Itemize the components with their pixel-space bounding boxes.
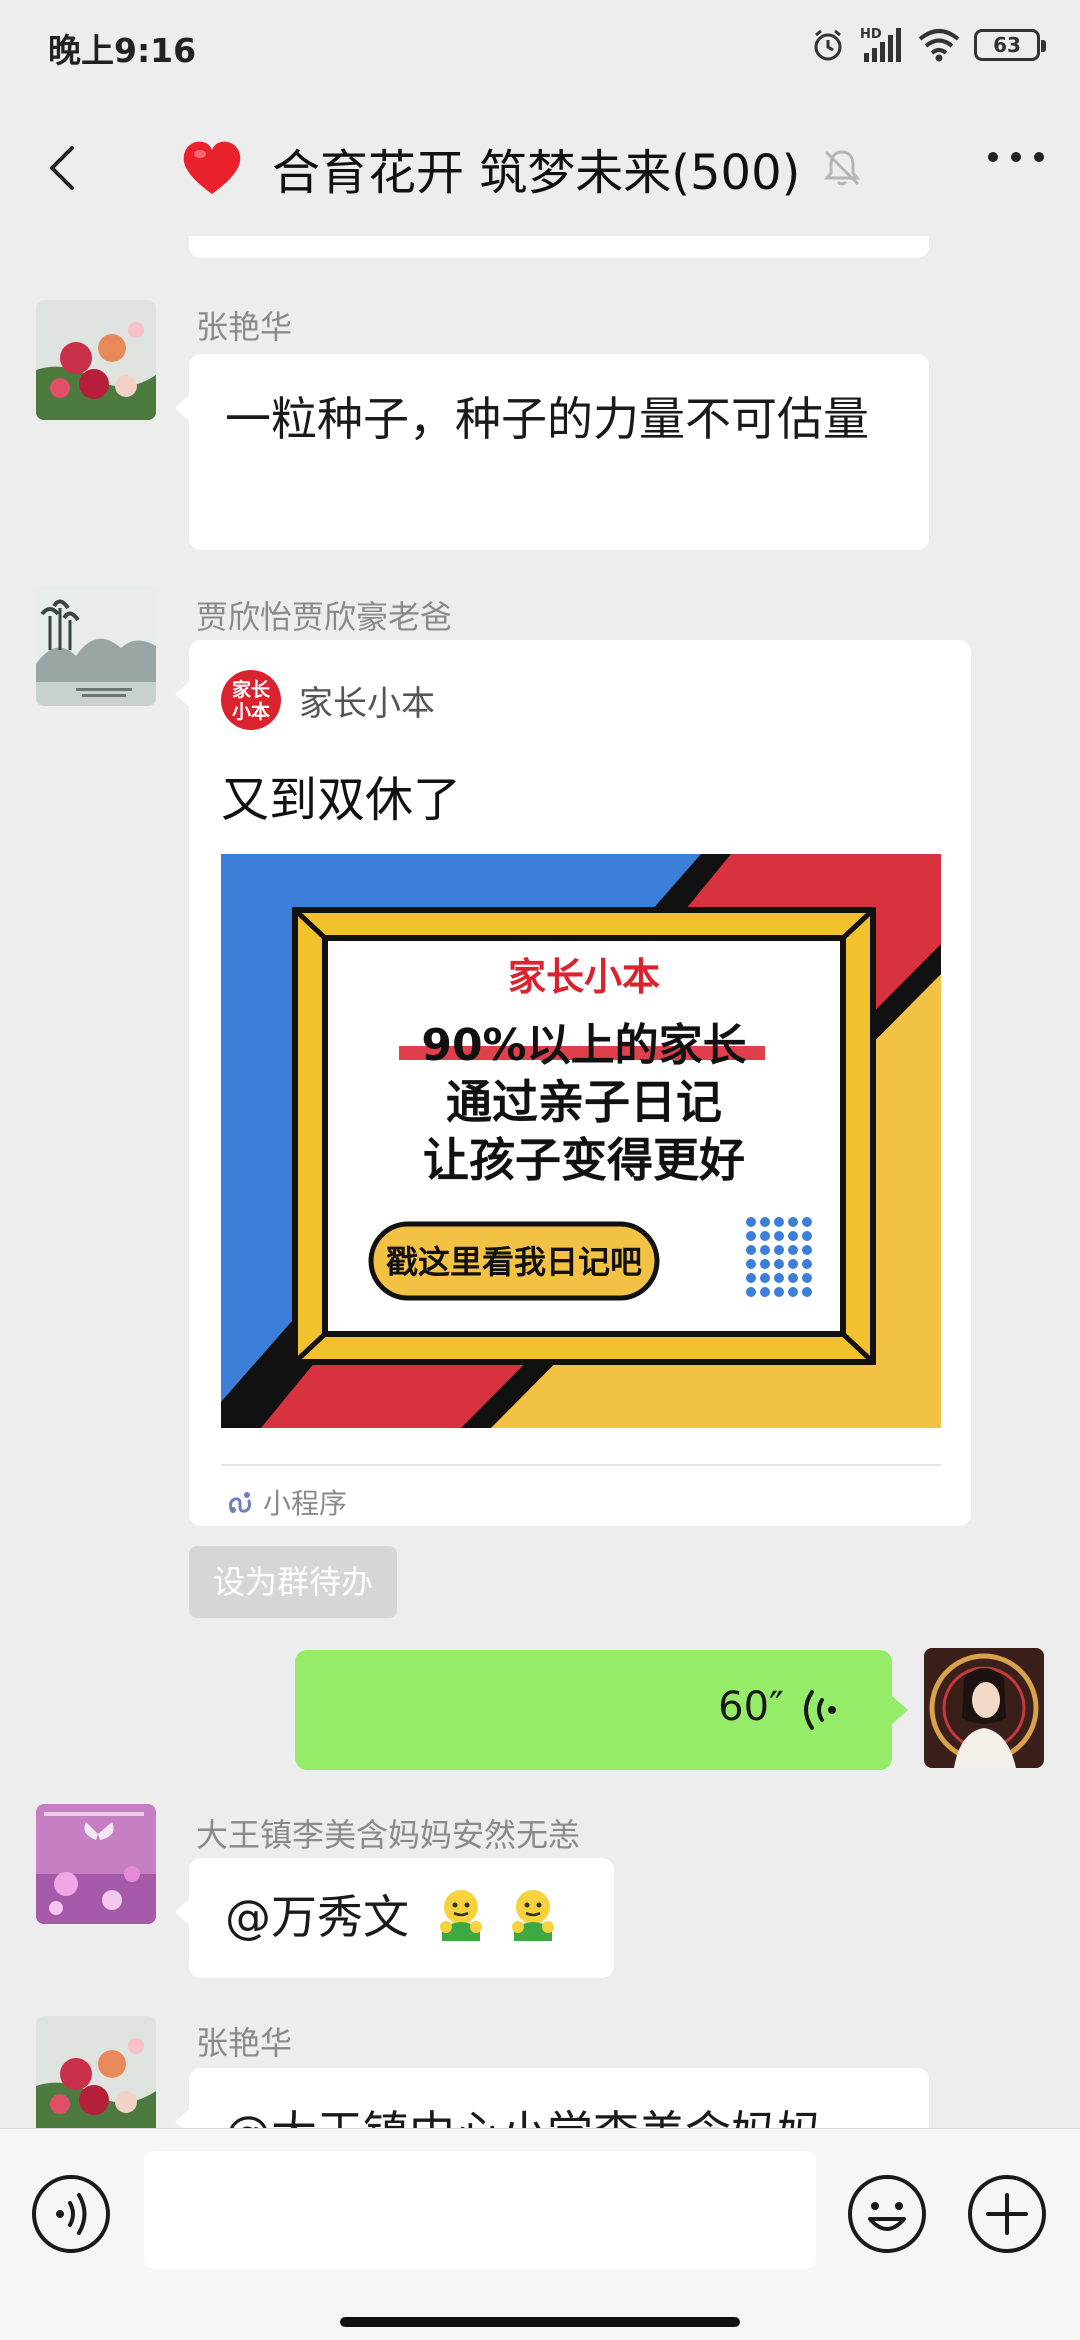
banner-line-2: 通过亲子日记 <box>446 1075 722 1129</box>
chat-title: 合育花开 筑梦未来(500) <box>272 145 801 201</box>
card-footer-label: 小程序 <box>263 1487 348 1520</box>
message-text: @大王镇中心小学李美含妈妈 <box>225 2106 823 2128</box>
message-list[interactable]: 张艳华 一粒种子，种子的力量不可估量 贾欣怡贾欣豪老爸 家长小本 家长小本 又到… <box>0 236 1080 2128</box>
sender-name: 张艳华 <box>196 2024 293 2062</box>
battery-level: 63 <box>993 33 1021 57</box>
emoji-icon[interactable] <box>846 2173 928 2255</box>
chat-title-area: 合育花开 筑梦未来(500) <box>180 128 864 208</box>
avatar-ink-landscape[interactable] <box>36 586 156 706</box>
input-bar <box>0 2128 1080 2340</box>
voice-duration: 60″ <box>718 1684 784 1730</box>
card-title: 又到双休了 <box>221 772 462 828</box>
avatar-self[interactable] <box>924 1648 1044 1768</box>
app-logo: 家长小本 <box>221 670 281 730</box>
status-time: 晚上9:16 <box>48 31 197 70</box>
status-bar: 晚上9:16 HD 63 <box>0 0 1080 90</box>
heart-icon <box>183 141 241 194</box>
chat-header: 合育花开 筑梦未来(500) <box>0 100 1080 236</box>
card-source: 家长小本 家长小本 <box>221 670 435 730</box>
mute-bell-icon <box>824 150 861 186</box>
banner-line-3: 让孩子变得更好 <box>423 1133 745 1187</box>
status-icons: HD 63 <box>810 22 1046 68</box>
card-banner-image[interactable]: 家长小本 90%以上的家长 通过亲子日记 让孩子变得更好 戳这里看我日记吧 <box>221 854 941 1428</box>
alarm-icon <box>814 29 842 61</box>
back-arrow-icon[interactable] <box>36 138 96 198</box>
banner-button-text: 戳这里看我日记吧 <box>386 1243 642 1281</box>
sender-name: 张艳华 <box>196 308 293 346</box>
avatar-butterfly-flowers[interactable] <box>36 1804 156 1924</box>
plus-icon[interactable] <box>966 2173 1048 2255</box>
text-bubble[interactable]: 一粒种子，种子的力量不可估量 <box>175 354 929 550</box>
hd-signal-icon: HD <box>860 27 901 62</box>
card-source-name: 家长小本 <box>299 683 435 724</box>
set-group-todo-button[interactable]: 设为群待办 <box>189 1546 398 1618</box>
voice-wave-icon <box>804 1690 836 1730</box>
home-indicator[interactable] <box>340 2317 740 2327</box>
wifi-icon <box>918 29 960 62</box>
hug-emoji-icon <box>439 1890 482 1941</box>
avatar-peony[interactable] <box>36 300 156 420</box>
card-footer: 小程序 <box>225 1482 347 1522</box>
card-divider <box>221 1464 941 1466</box>
sender-name: 大王镇李美含妈妈安然无恙 <box>196 1816 581 1854</box>
mini-program-icon <box>229 1492 251 1513</box>
more-dots-icon[interactable] <box>988 152 1044 162</box>
message-text: @万秀文 <box>225 1890 409 1944</box>
banner-brand: 家长小本 <box>508 955 660 999</box>
avatar-peony[interactable] <box>36 2016 156 2128</box>
text-bubble[interactable]: @万秀文 <box>175 1858 614 1978</box>
sender-name: 贾欣怡贾欣豪老爸 <box>196 598 453 636</box>
message-text: 一粒种子，种子的力量不可估量 <box>225 392 869 446</box>
banner-graphic: 家长小本 90%以上的家长 通过亲子日记 让孩子变得更好 戳这里看我日记吧 <box>221 854 941 1428</box>
message-input[interactable] <box>144 2151 816 2269</box>
hug-emoji-icon <box>512 1890 555 1941</box>
mini-program-card[interactable]: 家长小本 家长小本 又到双休了 家长小本 90%以上的家长 通过亲子日记 让孩子… <box>175 640 971 1526</box>
hd-label: HD <box>860 27 882 42</box>
group-todo-label: 设为群待办 <box>213 1563 374 1601</box>
text-bubble[interactable]: @大王镇中心小学李美含妈妈 <box>175 2068 929 2128</box>
battery-indicator: 63 <box>974 29 1046 61</box>
voice-message-bubble[interactable]: 60″ <box>295 1650 908 1770</box>
banner-line-1: 90%以上的家长 <box>421 1020 746 1071</box>
previous-message-bubble[interactable] <box>189 236 929 258</box>
voice-toggle-icon[interactable] <box>30 2173 112 2255</box>
